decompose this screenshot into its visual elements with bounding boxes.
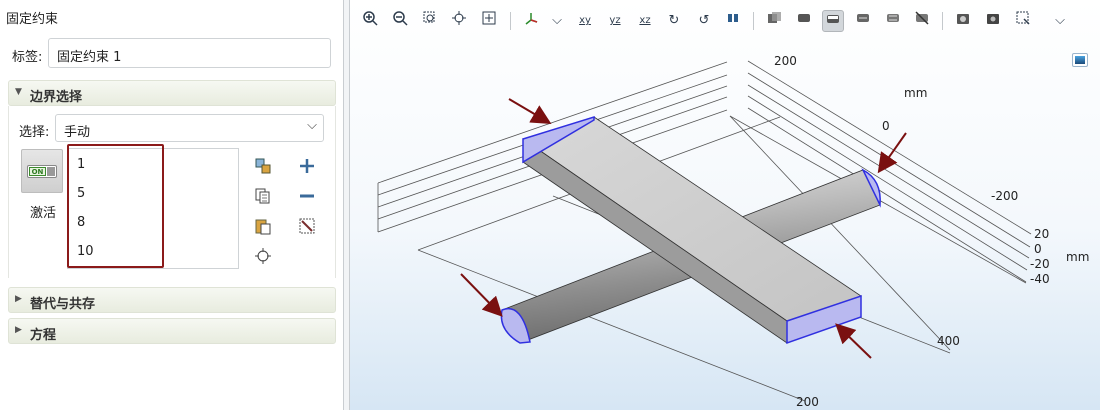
transparency-icon[interactable] [763, 10, 785, 32]
axis-unit-label: mm [1066, 250, 1089, 264]
graphics-options-icon[interactable] [1072, 53, 1088, 67]
expand-triangle-icon: ▼ [15, 87, 22, 97]
select-box-icon[interactable] [1012, 10, 1034, 32]
section-title-override: 替代与共存 [30, 297, 96, 312]
grid-toggle-icon[interactable] [852, 10, 874, 32]
view-xz-button[interactable]: xz [634, 10, 656, 32]
axis-tick-label: -40 [1030, 272, 1050, 286]
toolbar-separator [942, 12, 943, 30]
section-override-coexistence[interactable]: ▶ 替代与共存 [8, 287, 336, 313]
label-input[interactable]: 固定约束 1 [48, 38, 331, 68]
rotate-clockwise-icon[interactable]: ↻ [663, 10, 685, 32]
axis-tick-label: 20 [1034, 227, 1049, 241]
selection-row: 选择: 手动 ⌵ [19, 114, 324, 144]
chevron-down-icon: ⌵ [307, 118, 317, 133]
screenshot-icon[interactable] [952, 10, 974, 32]
toggle-switch-icon: ON [27, 165, 57, 178]
axis-tick-label: 0 [882, 119, 890, 133]
selection-highlight-box [67, 144, 164, 268]
collapse-triangle-icon: ▶ [15, 294, 22, 304]
activate-toggle-button[interactable]: ON [21, 149, 63, 193]
zoom-extents-icon[interactable] [478, 10, 500, 32]
zoom-to-selection-icon[interactable] [448, 10, 470, 32]
remove-from-selection-icon[interactable] [298, 187, 316, 205]
camera-icon[interactable] [982, 10, 1004, 32]
axis-orientation-icon[interactable] [520, 10, 542, 32]
axis-unit-label: mm [904, 86, 927, 100]
zoom-box-icon[interactable] [419, 10, 441, 32]
section-equation[interactable]: ▶ 方程 [8, 318, 336, 344]
add-to-selection-icon[interactable] [298, 157, 316, 175]
graphics-window[interactable]: 200 mm 0 -200 20 0 -20 -40 mm 400 200 ⌵ [350, 0, 1100, 410]
selection-caption: 选择: [19, 125, 50, 140]
axis-tick-label: 200 [774, 54, 797, 68]
toolbar-separator [753, 12, 754, 30]
chevron-down-icon[interactable]: ⌵ [1049, 10, 1071, 32]
axis-tick-label: 200 [796, 395, 819, 409]
selection-dropdown[interactable]: 手动 ⌵ [55, 114, 324, 142]
toggle-on-text: ON [29, 167, 46, 176]
axis-tick-label: -20 [1030, 257, 1050, 271]
section-title-equation: 方程 [30, 328, 57, 343]
rotate-counterclockwise-icon[interactable]: ↺ [693, 10, 715, 32]
hide-icon[interactable] [911, 10, 933, 32]
axis-tick-label: -200 [991, 189, 1018, 203]
collapse-triangle-icon: ▶ [15, 325, 22, 335]
wireframe-icon[interactable] [793, 10, 815, 32]
paste-selection-icon[interactable] [254, 157, 272, 175]
axis-toggle-icon[interactable] [882, 10, 904, 32]
toolbar-separator [510, 12, 511, 30]
section-boundary-selection[interactable]: ▼ 边界选择 [8, 80, 336, 106]
section-title-boundary: 边界选择 [30, 90, 83, 105]
move-view-icon[interactable] [722, 10, 744, 32]
axis-tick-label: 400 [937, 334, 960, 348]
model-scene[interactable]: 200 mm 0 -200 20 0 -20 -40 mm 400 200 [350, 0, 1100, 410]
axis-tick-label: 0 [1034, 242, 1042, 256]
zoom-in-icon[interactable] [359, 10, 381, 32]
view-xy-button[interactable]: xy [574, 10, 596, 32]
paste-icon[interactable] [254, 217, 272, 235]
chevron-down-icon[interactable]: ⌵ [546, 10, 568, 32]
graphics-toolbar: ⌵ xy yz xz ↻ ↺ ⌵ [350, 6, 1100, 36]
copy-selection-icon[interactable] [254, 187, 272, 205]
panel-title: 固定约束 [6, 12, 59, 27]
zoom-to-selection-icon[interactable] [254, 247, 272, 265]
settings-panel: 固定约束 标签: 固定约束 1 ▼ 边界选择 选择: 手动 ⌵ ON 激活 1 … [0, 0, 343, 410]
render-mode-icon[interactable] [822, 10, 844, 32]
label-caption: 标签: [12, 50, 43, 65]
selection-value: 手动 [64, 125, 91, 140]
toggle-label: 激活 [30, 206, 57, 221]
view-yz-button[interactable]: yz [604, 10, 626, 32]
zoom-out-icon[interactable] [389, 10, 411, 32]
label-row: 标签: 固定约束 1 [12, 38, 332, 68]
clear-selection-icon[interactable] [298, 217, 316, 235]
panel-splitter[interactable] [343, 0, 350, 410]
toggle-knob [47, 167, 55, 176]
